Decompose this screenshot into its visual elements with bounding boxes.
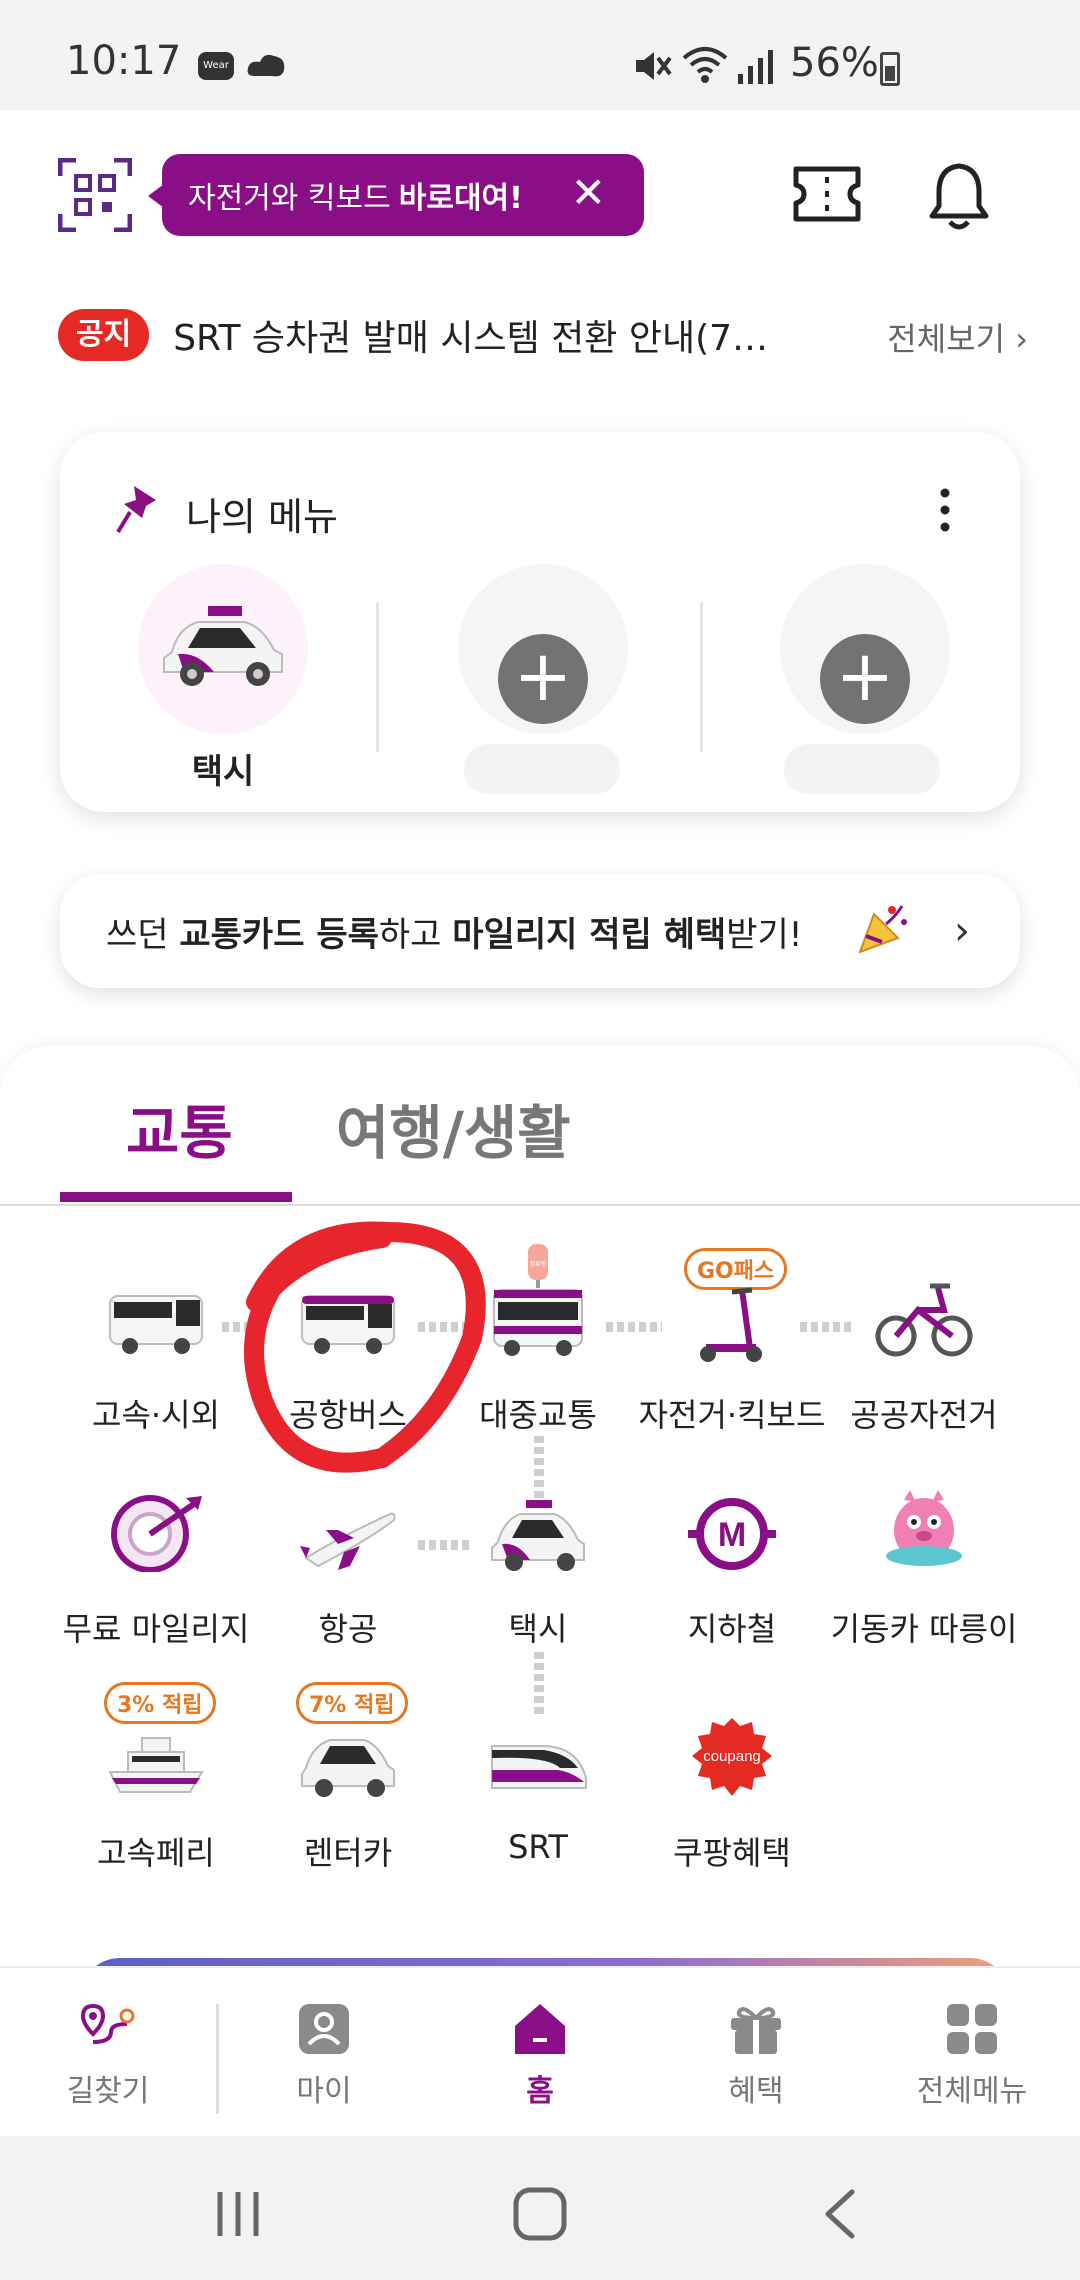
free-mileage-label: 무료 마일리지 [62,1610,250,1648]
rental-car-icon [301,1739,395,1797]
notice-bar[interactable]: 공지 SRT 승차권 발매 시스템 전환 안내(7… 전체보기 › [58,304,1028,366]
banner-text-1: 쓰던 [106,914,180,955]
qr-scan-icon[interactable] [58,158,132,232]
coupang-label: 쿠팡혜택 [673,1834,791,1872]
subway-icon-letter: M [718,1516,746,1554]
wifi-icon [682,47,728,83]
ddareungi-label: 기동카 따릉이 [830,1610,1018,1648]
taxi-icon [491,1500,585,1571]
bus-stop-sign-text: 정류장 [530,1260,547,1268]
ferry-badge: 3% 적립 [104,1682,216,1724]
airplane-icon [300,1512,396,1570]
my-menu-slot-taxi[interactable] [138,564,308,734]
mileage-target-icon [111,1495,202,1572]
connector-line [418,1540,472,1550]
airline-label: 항공 [318,1610,378,1648]
banner-text-5: 받기! [726,914,803,955]
my-menu-slot-empty-1[interactable]: + [458,564,628,734]
go-pass-badge: GO패스 [684,1248,788,1290]
back-icon[interactable] [812,2184,872,2244]
gift-icon [731,2007,781,2054]
taxi-label: 택시 [508,1610,568,1648]
party-popper-icon [858,905,907,954]
status-bar: 10:17 Wear 56% [0,0,1080,110]
transit-card-register-banner[interactable]: 쓰던 교통카드 등록 하고 마일리지 적립 혜택 받기! › [60,874,1020,988]
home-button-icon[interactable] [510,2184,570,2244]
bike-kickboard-label: 자전거·킥보드 [638,1396,826,1434]
tab-travel-life[interactable]: 여행/생활 [336,1086,571,1170]
notice-text[interactable]: SRT 승차권 발매 시스템 전환 안내(7… [173,309,813,361]
coupang-logo-text: coupang [703,1748,761,1765]
pin-icon [116,486,156,534]
srt-label: SRT [508,1828,568,1866]
promo-text: 자전거와 킥보드 [188,181,391,216]
tab-divider [0,1204,1080,1206]
srt-train-icon [491,1745,587,1789]
public-bike-label: 공공자전거 [850,1396,998,1434]
active-tab-indicator [60,1192,292,1202]
annotation-circle [244,1221,486,1473]
route-icon [81,2003,135,2044]
my-menu-slot-empty-2[interactable]: + [780,564,950,734]
connector-line [800,1322,854,1332]
close-icon[interactable]: ✕ [571,168,606,217]
recent-apps-icon[interactable] [208,2184,268,2244]
notification-bell-icon[interactable] [926,160,992,232]
battery-icon [880,52,900,86]
more-options-icon[interactable] [940,488,950,532]
plus-icon[interactable]: + [498,634,588,724]
promo-bold-text: 바로대여! [398,181,523,216]
connector-line [534,1652,544,1714]
banner-text-4: 마일리지 적립 혜택 [452,914,727,955]
subway-label: 지하철 [687,1610,777,1648]
subway-icon: M [688,1498,776,1570]
kickboard-icon [700,1287,762,1362]
express-bus-icon [109,1295,203,1354]
mute-icon [636,52,672,80]
tab-transport[interactable]: 교통 [126,1086,233,1170]
divider [376,602,379,752]
taxi-icon [163,606,283,686]
connector-line [606,1322,662,1332]
my-menu-placeholder-1 [464,744,620,794]
status-time: 10:17 [66,38,182,84]
battery-percent: 56% [790,40,879,86]
signal-icon [738,50,773,84]
rental-car-label: 렌터카 [303,1834,393,1872]
home-icon [515,2004,565,2054]
chevron-right-icon[interactable]: › [954,908,970,954]
my-menu-placeholder-2 [784,744,940,794]
bottom-navigation: 길찾기 마이 홈 혜택 전체메뉴 [0,1966,1080,2136]
mascot-icon [886,1490,962,1566]
nav-home-label: 홈 [526,2074,554,2109]
view-all-link[interactable]: 전체보기 › [887,314,1028,360]
notice-badge: 공지 [58,309,150,361]
nav-all-menu-label: 전체메뉴 [916,2074,1028,2109]
wear-icon: Wear [198,52,234,80]
nav-benefits-label: 혜택 [728,2074,784,2109]
my-menu-card: 나의 메뉴 택시 + + [60,432,1020,812]
connector-line [534,1436,544,1498]
banner-text-3: 하고 [378,914,453,955]
coupang-logo-icon: coupang [692,1718,772,1796]
public-bike-icon [875,1283,973,1357]
my-menu-title: 나의 메뉴 [186,495,338,539]
sync-cloud-icon [247,54,285,77]
nav-my-label: 마이 [296,2074,352,2109]
express-bus-label: 고속·시외 [92,1396,220,1434]
divider [700,602,703,752]
plus-icon[interactable]: + [820,634,910,724]
bike-rental-promo-tooltip[interactable]: 자전거와 킥보드 바로대여! ✕ [148,154,644,236]
rental-car-badge: 7% 적립 [296,1682,408,1724]
ticket-icon[interactable] [792,165,862,223]
nav-route-label: 길찾기 [66,2074,150,2109]
system-navigation-bar [0,2136,1080,2280]
ferry-label: 고속페리 [97,1834,215,1872]
my-menu-label-taxi: 택시 [191,752,255,792]
divider [216,2004,219,2114]
person-icon [299,2004,349,2054]
banner-text-2: 교통카드 등록 [179,914,379,955]
grid-icon [947,2004,997,2054]
ferry-icon [108,1737,204,1793]
